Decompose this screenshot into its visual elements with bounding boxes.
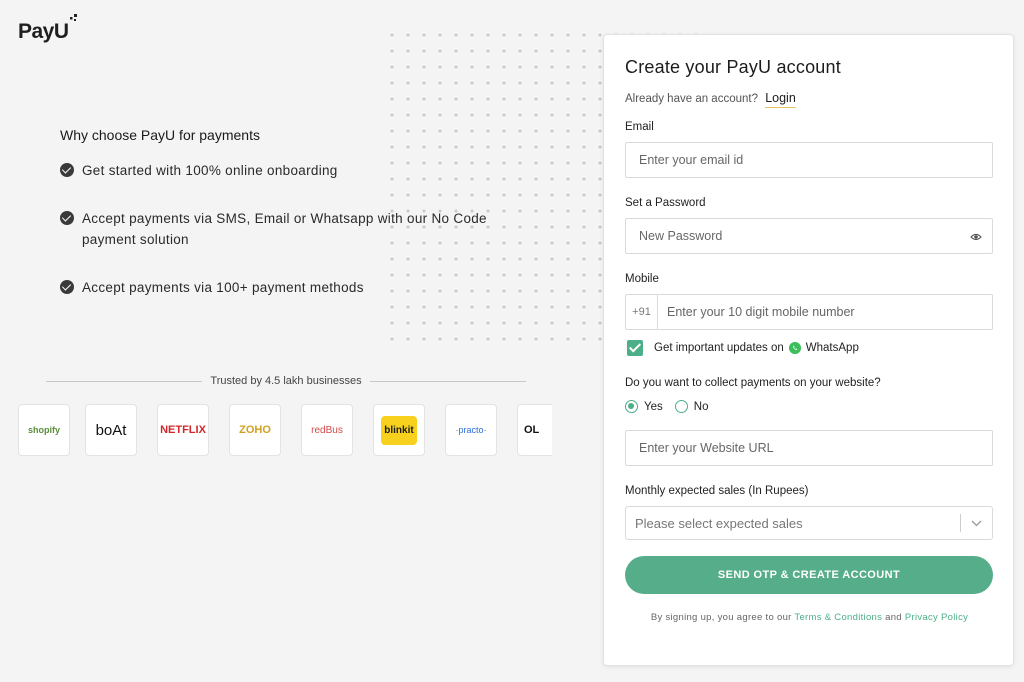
password-field[interactable]: [626, 219, 992, 253]
email-label: Email: [625, 121, 654, 133]
brand-name: boAt: [95, 421, 127, 439]
brand-name: redBus: [311, 424, 343, 436]
website-field-wrapper: [625, 430, 993, 466]
brand-name: shopify: [27, 425, 60, 435]
terms-notice: By signing up, you agree to our Terms & …: [604, 612, 1015, 623]
login-prompt: Already have an account? Login: [625, 91, 796, 108]
mobile-label: Mobile: [625, 273, 659, 285]
website-question-label: Do you want to collect payments on your …: [625, 377, 881, 389]
send-otp-create-account-button[interactable]: SEND OTP & CREATE ACCOUNT: [625, 556, 993, 594]
mobile-field-wrapper: +91: [625, 294, 993, 330]
whatsapp-updates-checkbox[interactable]: [627, 340, 643, 356]
brand-logo-zoho: ZOHO: [229, 404, 281, 456]
logo-mark-icon: [70, 14, 77, 21]
brand-logo-redbus: redBus: [301, 404, 353, 456]
password-label: Set a Password: [625, 197, 706, 209]
brand-logo-boat: boAt: [85, 404, 137, 456]
brand-name: ·practo·: [455, 425, 487, 435]
country-code-prefix: +91: [626, 295, 658, 329]
brand-name: NETFLIX: [160, 424, 206, 436]
privacy-policy-link[interactable]: Privacy Policy: [905, 612, 968, 623]
divider-line: [46, 380, 203, 382]
sales-select-placeholder: Please select expected sales: [635, 515, 803, 531]
radio-yes[interactable]: [625, 400, 638, 413]
check-circle-icon: [60, 163, 74, 177]
benefit-text: Get started with 100% online onboarding: [82, 163, 338, 178]
brand-logo-ola: OL: [517, 404, 552, 456]
login-link[interactable]: Login: [765, 91, 796, 108]
brand-logo-shopify: shopify: [18, 404, 70, 456]
brand-logo-blinkit: blinkit: [373, 404, 425, 456]
check-circle-icon: [60, 280, 74, 294]
mobile-field[interactable]: [658, 295, 992, 329]
sales-label: Monthly expected sales (In Rupees): [625, 485, 809, 497]
radio-no[interactable]: [674, 400, 688, 413]
whatsapp-icon: [788, 342, 801, 354]
email-field-wrapper: [625, 142, 993, 178]
website-radio-group: Yes No: [625, 400, 708, 413]
whatsapp-updates-option[interactable]: Get important updates on WhatsApp: [627, 340, 859, 356]
benefit-item: Get started with 100% online onboarding: [60, 160, 500, 181]
password-field-wrapper: [625, 218, 993, 254]
signup-card: Create your PayU account Already have an…: [603, 34, 1014, 666]
brand-logo-netflix: NETFLIX: [157, 404, 209, 456]
benefit-text: Accept payments via 100+ payment methods: [82, 280, 364, 295]
check-circle-icon: [60, 211, 74, 225]
why-choose-title: Why choose PayU for payments: [60, 127, 260, 143]
trusted-by-divider: Trusted by 4.5 lakh businesses: [46, 374, 527, 388]
radio-no-label[interactable]: No: [694, 401, 709, 413]
radio-yes-label[interactable]: Yes: [644, 401, 663, 413]
terms-link[interactable]: Terms & Conditions: [794, 612, 882, 623]
updates-text: Get important updates on: [654, 342, 784, 354]
brand-name: blinkit: [381, 415, 417, 445]
whatsapp-label: WhatsApp: [805, 342, 859, 354]
divider-line: [369, 380, 527, 382]
chevron-down-icon[interactable]: [961, 520, 992, 527]
terms-and: and: [885, 612, 902, 623]
payu-logo-text: PayU: [18, 20, 69, 43]
payu-logo[interactable]: PayU: [18, 14, 77, 44]
website-url-field[interactable]: [626, 431, 992, 465]
brand-name: OL: [524, 424, 540, 436]
show-password-eye-icon[interactable]: [970, 231, 982, 243]
benefits-list: Get started with 100% online onboarding …: [60, 160, 500, 298]
terms-prefix: By signing up, you agree to our: [650, 612, 792, 623]
benefit-item: Accept payments via SMS, Email or Whatsa…: [60, 208, 500, 250]
expected-sales-select[interactable]: Please select expected sales: [625, 506, 993, 540]
benefit-text: Accept payments via SMS, Email or Whatsa…: [82, 211, 487, 247]
signup-title: Create your PayU account: [625, 57, 841, 77]
why-choose-section: Why choose PayU for payments Get started…: [60, 127, 500, 325]
brand-logo-practo: ·practo·: [445, 404, 497, 456]
already-account-text: Already have an account?: [625, 93, 758, 105]
brand-logos-carousel: shopify boAt NETFLIX ZOHO redBus blinkit…: [18, 404, 552, 458]
brand-name: ZOHO: [239, 424, 271, 436]
benefit-item: Accept payments via 100+ payment methods: [60, 277, 500, 298]
email-field[interactable]: [626, 143, 992, 177]
trusted-label: Trusted by 4.5 lakh businesses: [210, 375, 362, 387]
